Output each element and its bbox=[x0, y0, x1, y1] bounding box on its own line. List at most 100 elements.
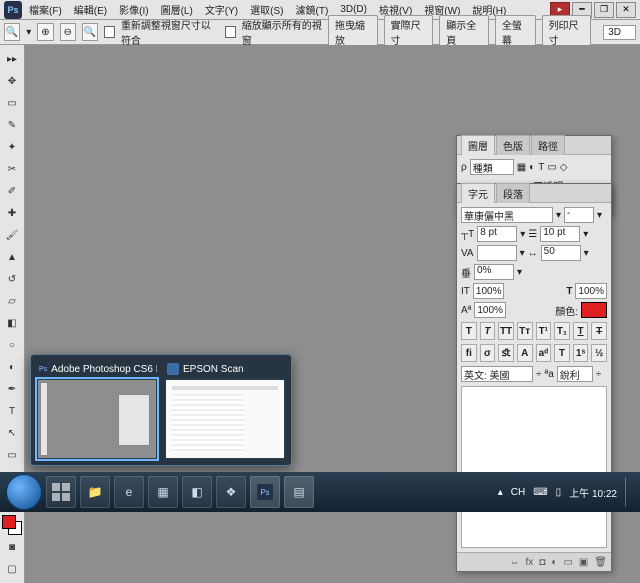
vscale-field[interactable]: 100% bbox=[473, 283, 505, 299]
tracking-field[interactable]: 50 bbox=[541, 245, 581, 261]
blur-tool-icon[interactable]: ○ bbox=[2, 335, 22, 355]
history-brush-tool-icon[interactable]: ↺ bbox=[2, 269, 22, 289]
switcher-item-photoshop[interactable]: PsAdobe Photoshop CS6 Exten... bbox=[37, 361, 157, 459]
taskview-icon[interactable] bbox=[46, 476, 76, 508]
marquee-tool-icon[interactable]: ▭ bbox=[2, 93, 22, 113]
foreground-color[interactable] bbox=[2, 515, 16, 529]
menu-file[interactable]: 檔案(F) bbox=[24, 0, 67, 19]
layer-kind-select[interactable]: 種類 bbox=[470, 159, 514, 175]
strike-button[interactable]: T bbox=[591, 322, 607, 340]
resize-checkbox[interactable] bbox=[104, 26, 115, 38]
eyedropper-tool-icon[interactable]: ✐ bbox=[2, 181, 22, 201]
trash-icon[interactable]: 🗑 bbox=[594, 557, 607, 568]
explorer-icon[interactable]: 📁 bbox=[80, 476, 110, 508]
fx-icon[interactable]: fx bbox=[526, 557, 534, 568]
collapse-icon[interactable]: ▸▸ bbox=[2, 49, 22, 69]
filter-smart-icon[interactable]: ◇ bbox=[560, 162, 568, 173]
zoom-in-icon[interactable]: ⊕ bbox=[37, 23, 53, 41]
fill-adj-icon[interactable]: ◐ bbox=[551, 557, 557, 568]
titling-button[interactable]: A bbox=[517, 344, 533, 362]
bold-button[interactable]: T bbox=[461, 322, 477, 340]
hscale-field[interactable]: 100% bbox=[575, 283, 607, 299]
fit-screen-button[interactable]: 顯示全頁 bbox=[439, 15, 489, 49]
filter-adjust-icon[interactable]: ◐ bbox=[529, 162, 535, 173]
app1-icon[interactable]: ▦ bbox=[148, 476, 178, 508]
taskbar-epson[interactable]: ▤ bbox=[284, 476, 314, 508]
subscript-button[interactable]: T₁ bbox=[554, 322, 570, 340]
mask-icon[interactable]: ◘ bbox=[539, 557, 545, 568]
pen-tool-icon[interactable]: ✒ bbox=[2, 379, 22, 399]
tab-paths[interactable]: 路徑 bbox=[531, 135, 565, 155]
stylistic-button[interactable]: ﬆ bbox=[498, 344, 514, 362]
app2-icon[interactable]: ◧ bbox=[182, 476, 212, 508]
tray-clock[interactable]: 上午 10:22 bbox=[569, 485, 617, 500]
switcher-item-epson[interactable]: EPSON Scan bbox=[165, 361, 285, 459]
group-icon[interactable]: ▭ bbox=[563, 557, 572, 568]
dodge-tool-icon[interactable]: ◐ bbox=[2, 357, 22, 377]
text-color-chip[interactable] bbox=[581, 302, 607, 318]
half-button[interactable]: ½ bbox=[591, 344, 607, 362]
fill-screen-button[interactable]: 全螢幕 bbox=[495, 15, 536, 49]
superscript-button[interactable]: T¹ bbox=[536, 322, 552, 340]
ie-icon[interactable]: e bbox=[114, 476, 144, 508]
tool-preset-icon[interactable]: 🔍 bbox=[4, 23, 20, 41]
print-size-button[interactable]: 列印尺寸 bbox=[542, 15, 592, 49]
filter-pixel-icon[interactable]: ▦ bbox=[517, 162, 526, 173]
link-icon[interactable]: ⇔ bbox=[510, 557, 520, 568]
close-button[interactable]: ✕ bbox=[616, 2, 636, 18]
taskbar-photoshop[interactable]: Ps bbox=[250, 476, 280, 508]
filter-type-icon[interactable]: T bbox=[538, 162, 544, 173]
start-button[interactable] bbox=[6, 474, 42, 510]
ordinals-button[interactable]: aᵈ bbox=[536, 344, 552, 362]
font-size-field[interactable]: 8 pt bbox=[477, 226, 517, 242]
workspace-select[interactable]: 3D bbox=[603, 25, 636, 40]
underline-button[interactable]: T bbox=[573, 322, 589, 340]
1st-button[interactable]: 1ˢ bbox=[573, 344, 589, 362]
kerning-field[interactable] bbox=[477, 245, 517, 261]
layers-list[interactable] bbox=[461, 386, 607, 548]
heal-tool-icon[interactable]: ✚ bbox=[2, 203, 22, 223]
fractions-button[interactable]: T bbox=[554, 344, 570, 362]
brush-tool-icon[interactable]: 🖌 bbox=[2, 225, 22, 245]
tray-ime[interactable]: CH bbox=[511, 487, 525, 498]
wand-tool-icon[interactable]: ✦ bbox=[2, 137, 22, 157]
italic-button[interactable]: T bbox=[480, 322, 496, 340]
actual-pixels-button[interactable]: 實際尺寸 bbox=[384, 15, 434, 49]
allcaps-button[interactable]: TT bbox=[498, 322, 514, 340]
eraser-tool-icon[interactable]: ▱ bbox=[2, 291, 22, 311]
font-style-select[interactable]: - bbox=[564, 207, 594, 223]
language-select[interactable]: 英文: 美國 bbox=[461, 366, 533, 382]
app3-icon[interactable]: ❖ bbox=[216, 476, 246, 508]
stamp-tool-icon[interactable]: ▲ bbox=[2, 247, 22, 267]
gradient-tool-icon[interactable]: ◧ bbox=[2, 313, 22, 333]
quickmask-icon[interactable]: ◙ bbox=[2, 537, 22, 557]
type-tool-icon[interactable]: T bbox=[2, 401, 22, 421]
menu-edit[interactable]: 編輯(E) bbox=[69, 0, 112, 19]
oldstyle-button[interactable]: σ bbox=[480, 344, 496, 362]
color-swatches[interactable] bbox=[2, 515, 22, 535]
leading-field[interactable]: 10 pt bbox=[540, 226, 580, 242]
baseline-field[interactable]: 0% bbox=[474, 264, 514, 280]
baseline-shift-field[interactable]: 100% bbox=[474, 302, 506, 318]
zoom-out-icon[interactable]: ⊖ bbox=[60, 23, 76, 41]
font-family-select[interactable]: 華康儷中黑 bbox=[461, 207, 553, 223]
filter-shape-icon[interactable]: ▭ bbox=[547, 162, 556, 173]
lasso-tool-icon[interactable]: ✎ bbox=[2, 115, 22, 135]
new-layer-icon[interactable]: ▣ bbox=[579, 557, 588, 568]
tab-channels[interactable]: 色版 bbox=[496, 135, 530, 155]
zoomall-checkbox[interactable] bbox=[225, 26, 236, 38]
restore-button[interactable]: ❐ bbox=[594, 2, 614, 18]
tray-keyboard-icon[interactable]: ⌨ bbox=[533, 487, 547, 498]
show-desktop[interactable] bbox=[625, 477, 634, 507]
zoom-equal-icon[interactable]: 🔍 bbox=[82, 23, 98, 41]
screenmode-icon[interactable]: ▢ bbox=[2, 559, 22, 579]
crop-tool-icon[interactable]: ✂ bbox=[2, 159, 22, 179]
fi-button[interactable]: fi bbox=[461, 344, 477, 362]
tab-paragraph[interactable]: 段落 bbox=[496, 183, 530, 203]
shape-tool-icon[interactable]: ▭ bbox=[2, 445, 22, 465]
antialias-select[interactable]: 銳利 bbox=[557, 366, 593, 382]
move-tool-icon[interactable]: ✥ bbox=[2, 71, 22, 91]
tab-layers[interactable]: 圖層 bbox=[461, 135, 495, 155]
smallcaps-button[interactable]: Tᴛ bbox=[517, 322, 533, 340]
scrubby-zoom-button[interactable]: 拖曳縮放 bbox=[328, 15, 378, 49]
